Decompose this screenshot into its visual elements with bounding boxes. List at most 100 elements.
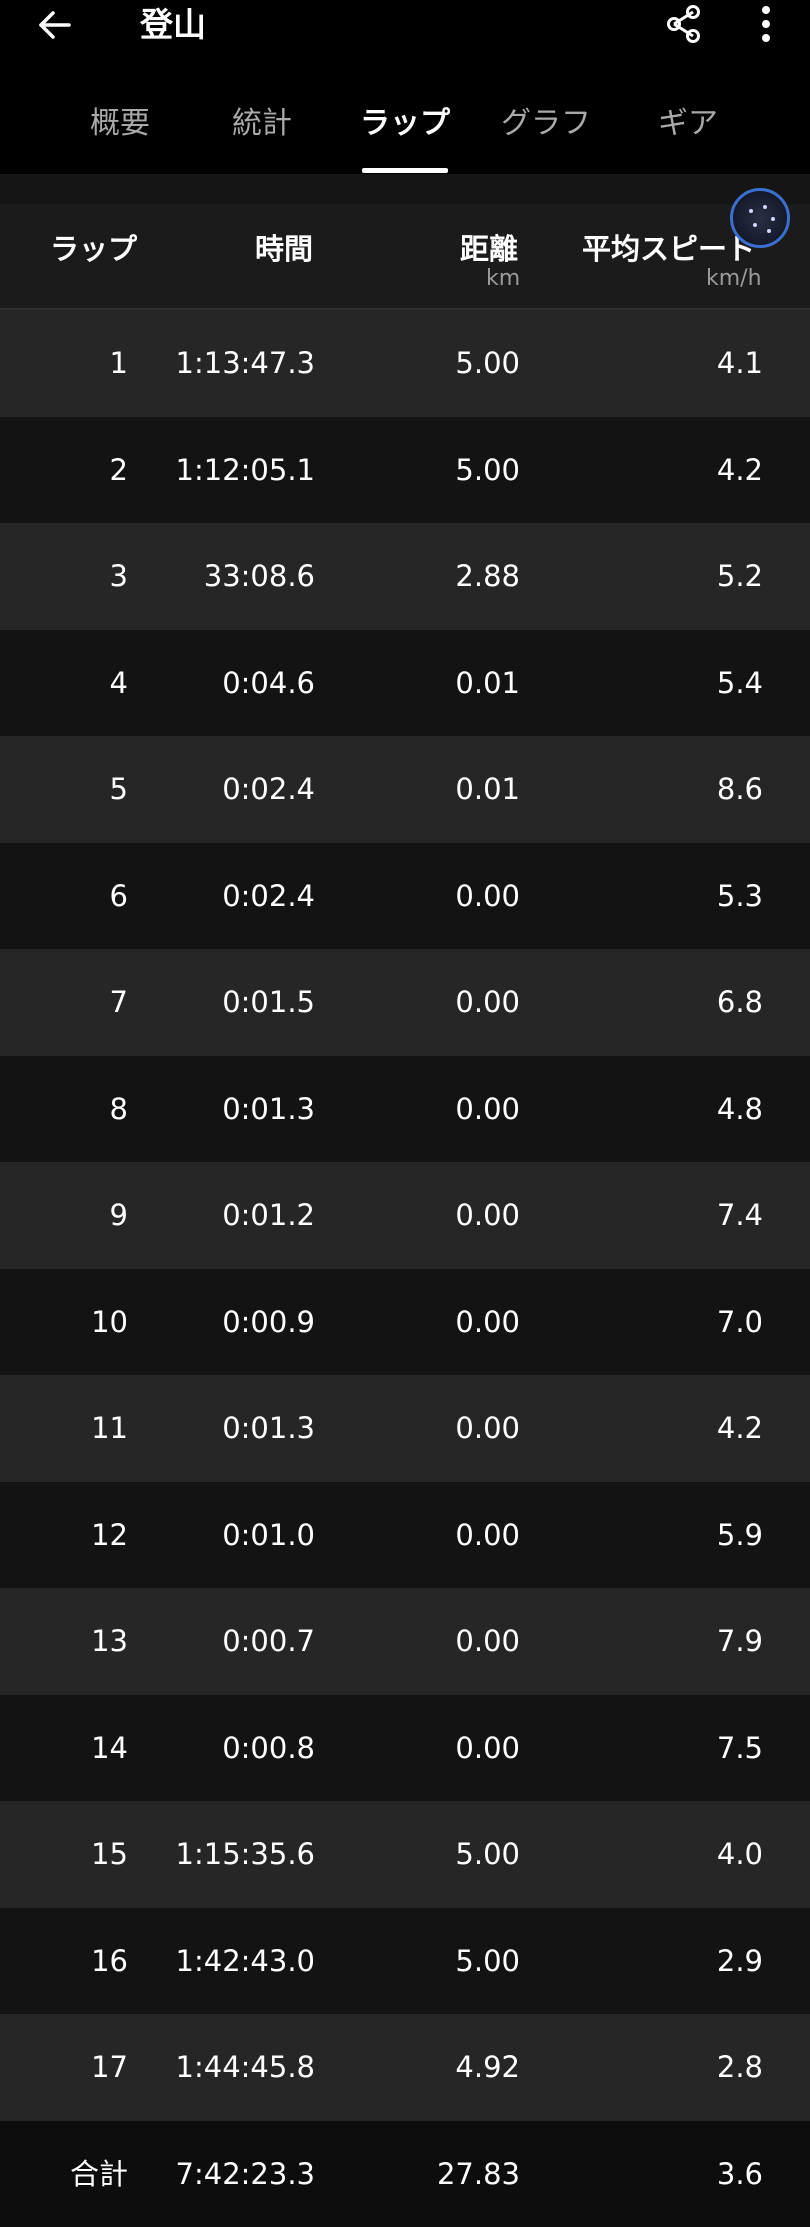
lap-distance: 0.01 [340, 736, 520, 843]
table-row[interactable]: 151:15:35.65.00 4.0 [0, 1801, 810, 1908]
table-row[interactable]: 130:00.70.007.9 [0, 1588, 810, 1695]
lap-avg-speed: 6.8 [560, 949, 763, 1056]
lap-number: 13 [0, 1588, 128, 1695]
tab-overview[interactable]: 概要 [50, 98, 190, 172]
tab-laps[interactable]: ラップ [335, 98, 475, 172]
lap-time: 33:08.6 [140, 523, 315, 630]
lap-distance: 5.00 [340, 1801, 520, 1908]
lap-avg-speed: 5.3 [560, 843, 763, 950]
lap-number: 10 [0, 1269, 128, 1376]
lap-time: 0:00.9 [140, 1269, 315, 1376]
column-header-time[interactable]: 時間 [255, 226, 313, 268]
tab-gear[interactable]: ギア [618, 98, 758, 172]
lap-number: 15 [0, 1801, 128, 1908]
table-row[interactable]: 11:13:47.35.00 4.1 [0, 310, 810, 417]
lap-avg-speed: 7.5 [560, 1695, 763, 1802]
lap-number: 14 [0, 1695, 128, 1802]
lap-distance: 4.92 [340, 2014, 520, 2121]
lap-distance: 0.00 [340, 1269, 520, 1376]
more-vert-icon [760, 4, 772, 44]
app-bar: 登山 [0, 0, 810, 58]
table-row[interactable]: 333:08.62.885.2 [0, 523, 810, 630]
lap-distance: 0.00 [340, 1056, 520, 1163]
lap-distance: 0.00 [340, 1162, 520, 1269]
total-row: 合計7:42:23.327.833.6 [0, 2121, 810, 2227]
table-row[interactable]: 90:01.20.00 7.4 [0, 1162, 810, 1269]
back-button[interactable] [30, 0, 80, 50]
table-row[interactable]: 80:01.30.00 4.8 [0, 1056, 810, 1163]
lap-time: 0:02.4 [140, 843, 315, 950]
lap-distance: 5.00 [340, 417, 520, 524]
lap-avg-speed: 7.9 [560, 1588, 763, 1695]
table-row[interactable]: 100:00.90.00 7.0 [0, 1269, 810, 1376]
table-row[interactable]: 21:12:05.15.004.2 [0, 417, 810, 524]
table-row[interactable]: 40:04.60.01 5.4 [0, 630, 810, 737]
lap-number: 6 [0, 843, 128, 950]
lap-time: 0:01.2 [140, 1162, 315, 1269]
active-tab-indicator [362, 168, 448, 173]
lap-table: 11:13:47.35.004.121:12:05.15.004.2333:08… [0, 310, 810, 2227]
page-title: 登山 [140, 0, 206, 50]
lap-distance: 5.00 [340, 310, 520, 417]
lap-avg-speed: 2.8 [560, 2014, 763, 2121]
lap-avg-speed: 4.2 [560, 417, 763, 524]
lap-time: 1:42:43.0 [140, 1908, 315, 2015]
table-row[interactable]: 140:00.80.007.5 [0, 1695, 810, 1802]
table-row[interactable]: 50:02.40.01 8.6 [0, 736, 810, 843]
column-header-speed[interactable]: 平均スピード [582, 226, 756, 268]
column-header-distance[interactable]: 距離 [460, 226, 518, 268]
total-distance: 27.83 [340, 2121, 520, 2227]
more-options-button[interactable] [744, 0, 788, 48]
lap-number: 12 [0, 1482, 128, 1589]
lap-time: 0:00.8 [140, 1695, 315, 1802]
distance-unit: km [486, 266, 520, 291]
lap-avg-speed: 5.9 [560, 1482, 763, 1589]
column-header-lap[interactable]: ラップ [50, 226, 137, 268]
lap-time: 0:01.3 [140, 1056, 315, 1163]
lap-distance: 0.00 [340, 949, 520, 1056]
lap-distance: 0.00 [340, 1588, 520, 1695]
lap-number: 8 [0, 1056, 128, 1163]
lap-number: 7 [0, 949, 128, 1056]
lap-avg-speed: 7.0 [560, 1269, 763, 1376]
lap-number: 5 [0, 736, 128, 843]
lap-distance: 0.00 [340, 1482, 520, 1589]
table-row[interactable]: 70:01.50.006.8 [0, 949, 810, 1056]
total-number: 合計 [0, 2121, 128, 2227]
lap-time: 1:15:35.6 [140, 1801, 315, 1908]
speed-unit: km/h [706, 266, 762, 291]
lap-avg-speed: 5.2 [560, 523, 763, 630]
lap-number: 16 [0, 1908, 128, 2015]
lap-time: 1:13:47.3 [140, 310, 315, 417]
tab-graph[interactable]: グラフ [476, 98, 616, 172]
table-row[interactable]: 161:42:43.05.002.9 [0, 1908, 810, 2015]
lap-time: 0:02.4 [140, 736, 315, 843]
lap-number: 4 [0, 630, 128, 737]
lap-time: 0:01.3 [140, 1375, 315, 1482]
tab-bar: 概要 統計 ラップ グラフ ギア [0, 58, 810, 174]
lap-avg-speed: 7.4 [560, 1162, 763, 1269]
lap-distance: 5.00 [340, 1908, 520, 2015]
lap-time: 0:04.6 [140, 630, 315, 737]
lap-number: 1 [0, 310, 128, 417]
table-row[interactable]: 171:44:45.84.92 2.8 [0, 2014, 810, 2121]
share-button[interactable] [658, 0, 710, 48]
lap-number: 9 [0, 1162, 128, 1269]
table-row[interactable]: 110:01.30.004.2 [0, 1375, 810, 1482]
lap-avg-speed: 4.8 [560, 1056, 763, 1163]
lap-distance: 2.88 [340, 523, 520, 630]
share-icon [664, 3, 704, 45]
lap-distance: 0.01 [340, 630, 520, 737]
table-row[interactable]: 60:02.40.005.3 [0, 843, 810, 950]
avatar[interactable] [730, 188, 790, 248]
table-row[interactable]: 120:01.00.00 5.9 [0, 1482, 810, 1589]
lap-avg-speed: 5.4 [560, 630, 763, 737]
lap-avg-speed: 4.0 [560, 1801, 763, 1908]
lap-time: 1:44:45.8 [140, 2014, 315, 2121]
lap-avg-speed: 4.1 [560, 310, 763, 417]
lap-avg-speed: 8.6 [560, 736, 763, 843]
lap-number: 11 [0, 1375, 128, 1482]
lap-time: 0:01.0 [140, 1482, 315, 1589]
tab-stats[interactable]: 統計 [192, 98, 332, 172]
lap-number: 17 [0, 2014, 128, 2121]
